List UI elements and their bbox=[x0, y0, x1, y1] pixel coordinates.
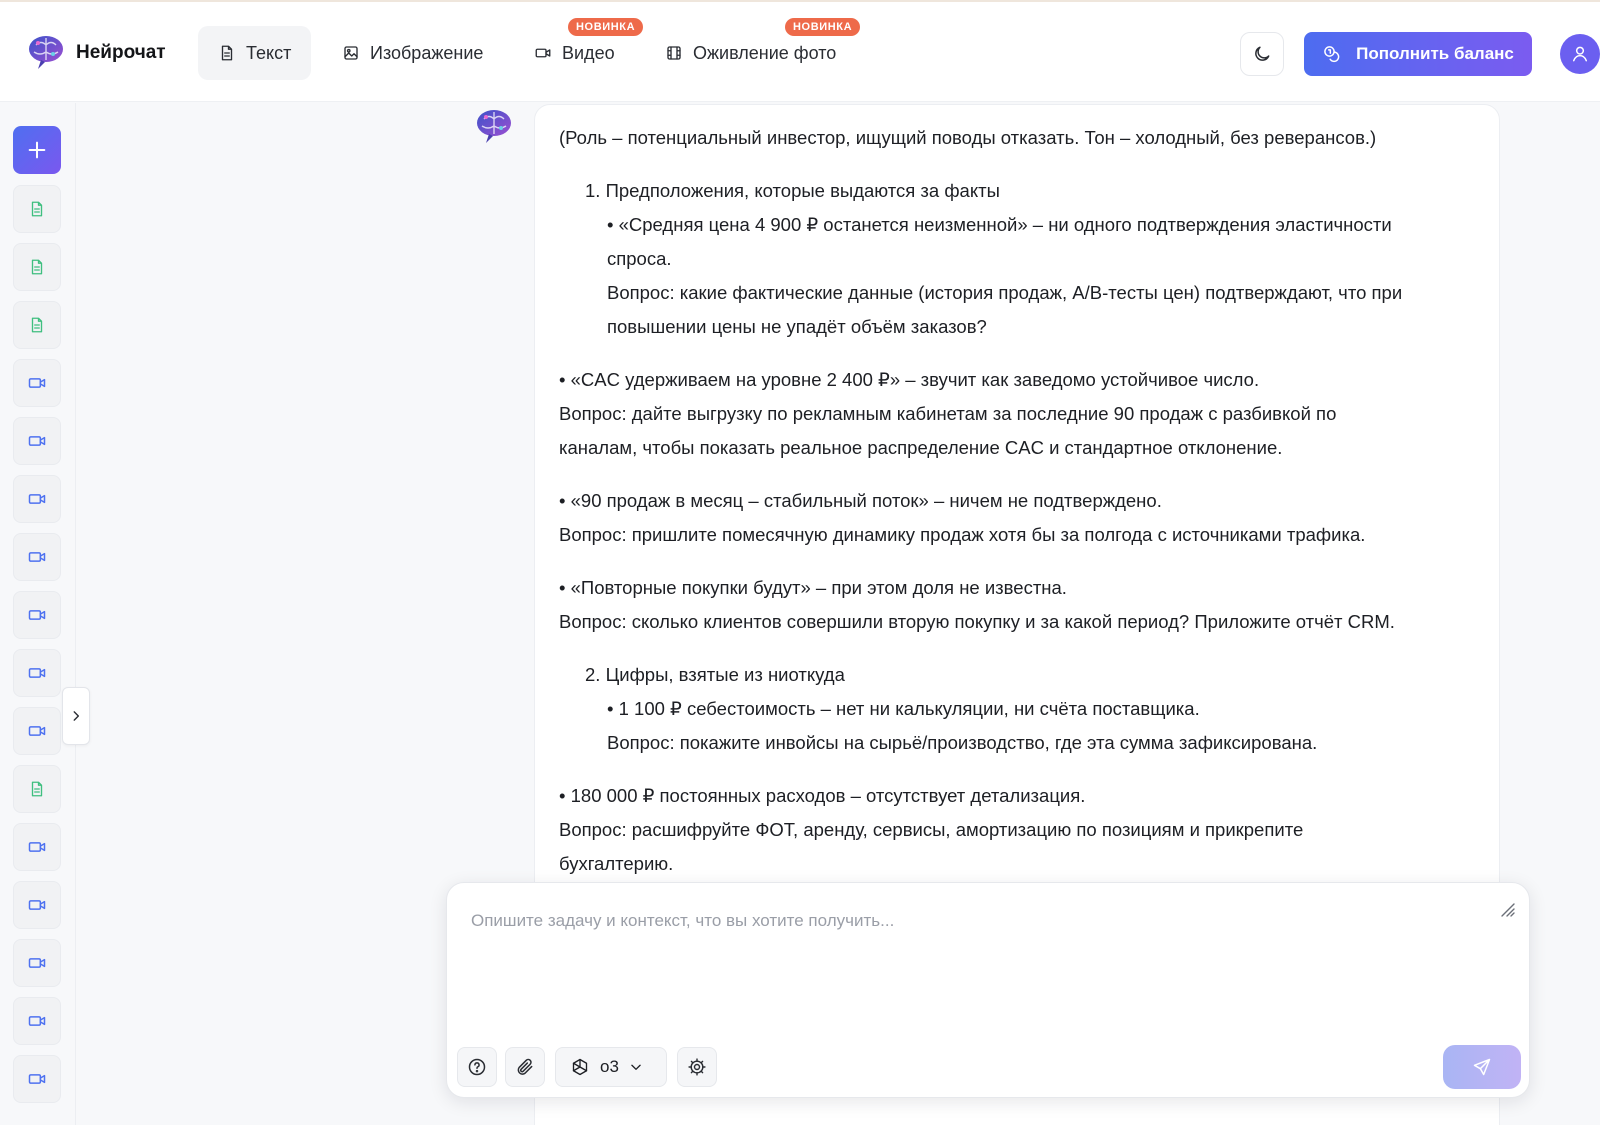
message-line: Вопрос: какие фактические данные (истори… bbox=[607, 282, 1403, 303]
film-icon bbox=[667, 46, 681, 60]
sidebar-history-item-video[interactable] bbox=[13, 939, 61, 987]
video-icon bbox=[28, 842, 46, 852]
message-line: • «90 продаж в месяц – стабильный поток»… bbox=[559, 490, 1162, 511]
tab-video[interactable]: Видео НОВИНКА bbox=[514, 18, 644, 80]
theme-toggle-button[interactable] bbox=[1240, 32, 1284, 76]
message-line: (Роль – потенциальный инвестор, ищущий п… bbox=[559, 127, 1377, 148]
tab-image-label: Изображение bbox=[370, 42, 484, 63]
sidebar-history-item-video[interactable] bbox=[13, 649, 61, 697]
message-line: бухгалтерию. bbox=[559, 853, 674, 874]
chevron-down-icon bbox=[631, 1064, 641, 1070]
sidebar-history-item-video[interactable] bbox=[13, 997, 61, 1045]
tab-text[interactable]: Текст bbox=[198, 26, 312, 80]
top-up-balance-button[interactable]: Пополнить баланс bbox=[1304, 32, 1532, 76]
message-line: • «CAC удерживаем на уровне 2 400 ₽» – з… bbox=[559, 369, 1260, 390]
coins-icon bbox=[1324, 46, 1340, 63]
plus-icon bbox=[28, 141, 46, 159]
video-icon bbox=[28, 668, 46, 678]
help-circle-icon bbox=[468, 1058, 486, 1076]
user-icon bbox=[1573, 46, 1587, 62]
sidebar-history-item-text[interactable] bbox=[13, 185, 61, 233]
top-up-balance-label: Пополнить баланс bbox=[1356, 44, 1514, 63]
message-line: Вопрос: пришлите помесячную динамику про… bbox=[559, 524, 1366, 545]
sidebar-history-item-text[interactable] bbox=[13, 301, 61, 349]
video-icon bbox=[28, 378, 46, 388]
send-icon bbox=[1473, 1058, 1491, 1076]
message-line: спроса. bbox=[607, 248, 672, 269]
openai-logo-icon bbox=[572, 1058, 588, 1076]
tab-photo-animation[interactable]: Оживление фото НОВИНКА bbox=[645, 18, 861, 80]
sidebar bbox=[0, 103, 90, 1125]
new-chat-button[interactable] bbox=[13, 126, 61, 174]
message-line: • «Повторные покупки будут» – при этом д… bbox=[559, 577, 1067, 598]
message-line: Вопрос: расшифруйте ФОТ, аренду, сервисы… bbox=[559, 819, 1304, 840]
sidebar-history-item-video[interactable] bbox=[13, 475, 61, 523]
message-line: Вопрос: дайте выгрузку по рекламным каби… bbox=[559, 403, 1337, 424]
tab-video-label: Видео bbox=[562, 42, 615, 63]
sidebar-history-item-video[interactable] bbox=[13, 1055, 61, 1103]
sidebar-history-item-video[interactable] bbox=[13, 533, 61, 581]
message-line: • 1 100 ₽ себестоимость – нет ни калькул… bbox=[607, 698, 1200, 719]
image-icon bbox=[344, 46, 358, 60]
video-icon bbox=[28, 436, 46, 446]
help-button[interactable] bbox=[457, 1047, 497, 1087]
document-icon bbox=[31, 317, 43, 333]
video-icon bbox=[28, 552, 46, 562]
moon-icon bbox=[1255, 46, 1270, 61]
tab-photo-animation-label: Оживление фото bbox=[693, 42, 837, 63]
assistant-avatar-icon bbox=[477, 110, 511, 143]
sidebar-history-item-video[interactable] bbox=[13, 359, 61, 407]
new-badge: НОВИНКА bbox=[568, 18, 644, 36]
sidebar-history-item-text[interactable] bbox=[13, 765, 61, 813]
sidebar-history-item-text[interactable] bbox=[13, 243, 61, 291]
new-badge: НОВИНКА bbox=[785, 18, 861, 36]
document-icon bbox=[31, 259, 43, 275]
document-icon bbox=[31, 781, 43, 797]
message-line: • «Средняя цена 4 900 ₽ останется неизме… bbox=[607, 214, 1392, 235]
sidebar-history-item-video[interactable] bbox=[13, 707, 61, 755]
expand-sidebar-button[interactable] bbox=[62, 687, 90, 745]
document-icon bbox=[31, 201, 43, 217]
brain-logo-icon[interactable] bbox=[26, 32, 66, 72]
model-name: o3 bbox=[600, 1057, 619, 1076]
prompt-composer[interactable]: Опишите задачу и контекст, что вы хотите… bbox=[446, 882, 1530, 1098]
video-icon bbox=[28, 958, 46, 968]
video-icon bbox=[28, 726, 46, 736]
message-line: • 180 000 ₽ постоянных расходов – отсутс… bbox=[559, 785, 1086, 806]
send-button[interactable] bbox=[1443, 1045, 1521, 1089]
message-line: каналам, чтобы показать реальное распред… bbox=[559, 437, 1283, 458]
video-icon bbox=[28, 1074, 46, 1084]
video-icon bbox=[28, 900, 46, 910]
settings-button[interactable] bbox=[677, 1047, 717, 1087]
sidebar-history-item-video[interactable] bbox=[13, 881, 61, 929]
user-avatar-button[interactable] bbox=[1560, 34, 1600, 74]
document-icon bbox=[221, 45, 233, 61]
prompt-input[interactable]: Опишите задачу и контекст, что вы хотите… bbox=[471, 911, 894, 931]
resize-handle-icon[interactable] bbox=[1499, 901, 1515, 917]
brand-name[interactable]: Нейрочат bbox=[76, 42, 166, 64]
sidebar-history-item-video[interactable] bbox=[13, 417, 61, 465]
attach-file-button[interactable] bbox=[505, 1047, 545, 1087]
gear-icon bbox=[688, 1058, 706, 1076]
paperclip-icon bbox=[517, 1058, 533, 1075]
chevron-right-icon bbox=[73, 711, 80, 721]
message-line: 1. Предположения, которые выдаются за фа… bbox=[585, 180, 1000, 201]
message-line: 2. Цифры, взятые из ниоткуда bbox=[585, 664, 845, 685]
sidebar-history-item-video[interactable] bbox=[13, 823, 61, 871]
top-bar: Нейрочат Текст Изображение Видео НОВИНКА… bbox=[0, 0, 1600, 102]
tab-text-label: Текст bbox=[246, 42, 292, 63]
model-selector[interactable]: o3 bbox=[555, 1047, 667, 1087]
message-line: повышении цены не упадёт объём заказов? bbox=[607, 316, 987, 337]
video-icon bbox=[535, 48, 551, 58]
video-icon bbox=[28, 610, 46, 620]
tab-image[interactable]: Изображение bbox=[322, 26, 503, 80]
message-line: Вопрос: покажите инвойсы на сырьё/произв… bbox=[607, 732, 1318, 753]
video-icon bbox=[28, 494, 46, 504]
video-icon bbox=[28, 1016, 46, 1026]
message-line: Вопрос: сколько клиентов совершили втору… bbox=[559, 611, 1395, 632]
sidebar-history-item-video[interactable] bbox=[13, 591, 61, 639]
